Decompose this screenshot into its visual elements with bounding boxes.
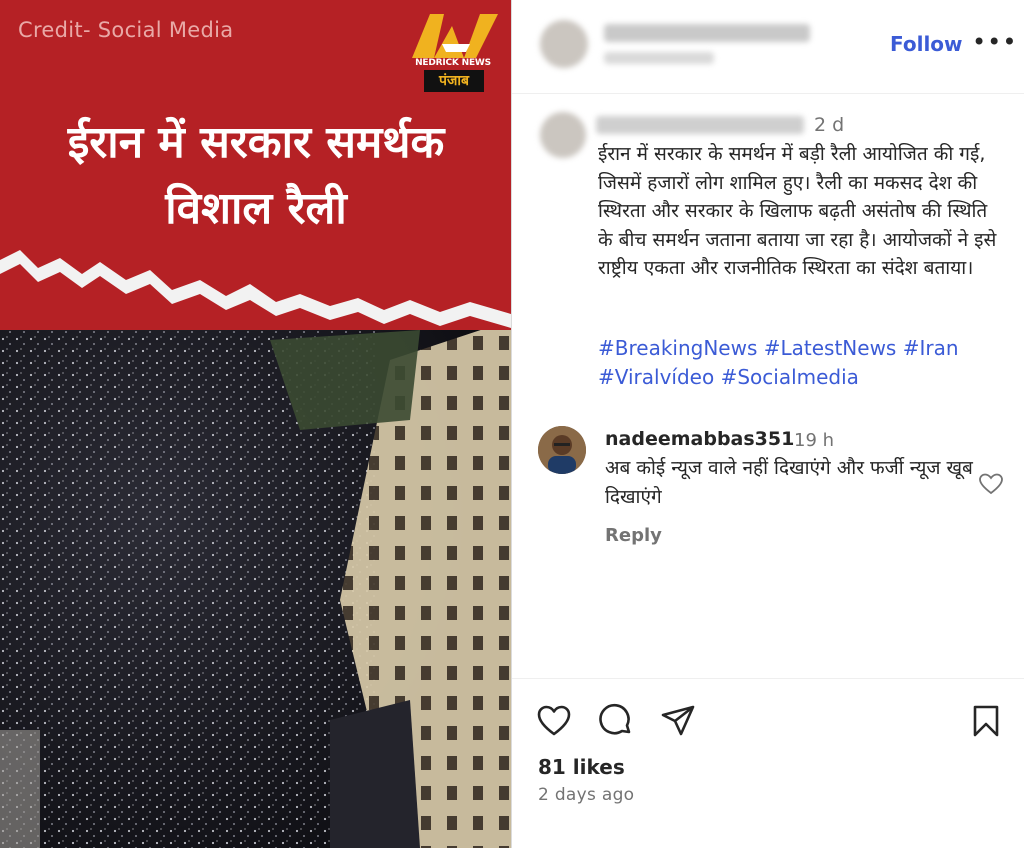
hashtag-link[interactable]: #Iran [903, 336, 959, 360]
like-count[interactable]: 81 likes [538, 755, 625, 779]
more-icon[interactable]: ••• [972, 28, 1017, 56]
reply-button[interactable]: Reply [605, 525, 662, 546]
caption-username-blurred[interactable] [596, 116, 804, 134]
headline-line-2: विशाल रैली [165, 183, 347, 234]
post-date: 2 days ago [538, 785, 635, 805]
post-media[interactable]: Credit- Social Media NEDRICK NEWS पंजाब … [0, 0, 511, 848]
torn-paper-edge [0, 250, 511, 328]
nedrick-logo-mark-icon [412, 14, 498, 58]
like-comment-icon[interactable] [978, 472, 1004, 496]
comment-time: 19 h [794, 430, 835, 451]
commenter-username[interactable]: nadeemabbas351 [605, 428, 794, 450]
heart-icon[interactable] [536, 703, 572, 739]
audio-label-blurred[interactable] [604, 52, 714, 64]
rally-footage-image [0, 300, 511, 848]
caption-text: ईरान में सरकार के समर्थन में बड़ी रैली आ… [598, 143, 997, 279]
author-avatar[interactable] [540, 20, 588, 68]
post-header: Follow ••• [512, 0, 1024, 94]
logo-name: NEDRICK NEWS [415, 58, 491, 68]
post-sidebar: Follow ••• 2 d ईरान में सरकार के समर्थन … [511, 0, 1024, 848]
author-username-blurred[interactable] [604, 24, 810, 42]
caption-time: 2 d [814, 114, 845, 136]
follow-button[interactable]: Follow [890, 32, 963, 56]
headline-line-1: ईरान में सरकार समर्थक [67, 117, 445, 168]
hashtag-link[interactable]: #BreakingNews [598, 336, 764, 360]
commenter-avatar[interactable] [538, 426, 586, 474]
comment-text: अब कोई न्यूज वाले नहीं दिखाएंगे और फर्जी… [605, 457, 973, 508]
logo-region: पंजाब [424, 70, 484, 92]
bookmark-icon[interactable] [968, 703, 1004, 739]
caption-avatar[interactable] [540, 112, 586, 158]
hashtag-link[interactable]: #LatestNews [764, 336, 903, 360]
comment-icon[interactable] [598, 703, 634, 739]
commenter-photo-icon [538, 426, 586, 474]
hashtag-link[interactable]: #Viralvídeo [598, 365, 721, 389]
hashtag-link[interactable]: #Socialmedia [721, 365, 859, 389]
credit-label: Credit- Social Media [18, 18, 234, 42]
share-icon[interactable] [660, 703, 696, 739]
post-actions: 81 likes 2 days ago [512, 678, 1024, 848]
headline: ईरान में सरकार समर्थक विशाल रैली [20, 110, 492, 242]
hashtags: #BreakingNews #LatestNews #Iran #Viralví… [598, 334, 998, 391]
news-logo: NEDRICK NEWS पंजाब [406, 14, 500, 92]
